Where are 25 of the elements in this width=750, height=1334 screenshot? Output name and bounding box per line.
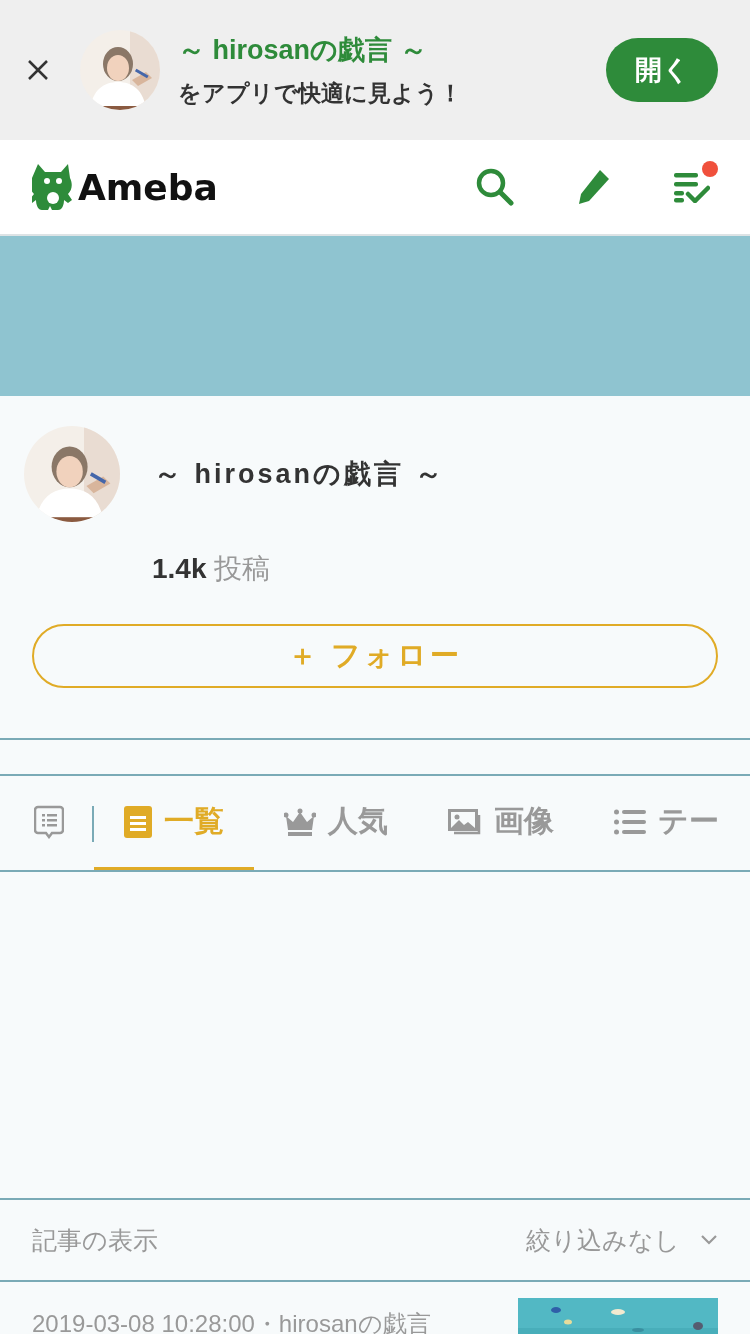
chevron-down-icon xyxy=(700,1234,718,1246)
tab[interactable]: 人気 xyxy=(254,776,418,870)
dog-logo-icon xyxy=(32,162,74,212)
list-icon xyxy=(614,808,646,835)
ameba-logo[interactable]: Ameba xyxy=(78,166,218,208)
checklist-icon[interactable] xyxy=(674,171,710,203)
crown-icon xyxy=(284,807,316,836)
post-count: 1.4k xyxy=(152,553,207,584)
filter-dropdown[interactable]: 絞り込みなし xyxy=(526,1223,718,1257)
follow-button[interactable]: ＋ フォロー xyxy=(32,624,718,688)
close-icon[interactable] xyxy=(26,58,50,82)
open-app-button[interactable]: 開く xyxy=(606,38,718,102)
blog-title: ～ hirosanの戯言 ～ xyxy=(154,458,445,491)
filter-label: 記事の表示 xyxy=(32,1224,159,1256)
image-icon xyxy=(448,808,482,835)
pencil-icon[interactable] xyxy=(578,169,610,205)
tab[interactable]: 画像 xyxy=(418,776,584,870)
blog-title: ～ hirosanの戯言 ～ xyxy=(178,33,428,67)
post-label: 投稿 xyxy=(214,553,271,584)
tab[interactable]: 一覧 xyxy=(94,776,254,870)
app-promo-text: をアプリで快適に見よう！ xyxy=(178,78,463,108)
tab[interactable]: テー xyxy=(584,776,719,870)
document-icon xyxy=(124,805,152,838)
search-icon[interactable] xyxy=(476,168,514,206)
comment-icon xyxy=(34,804,64,839)
